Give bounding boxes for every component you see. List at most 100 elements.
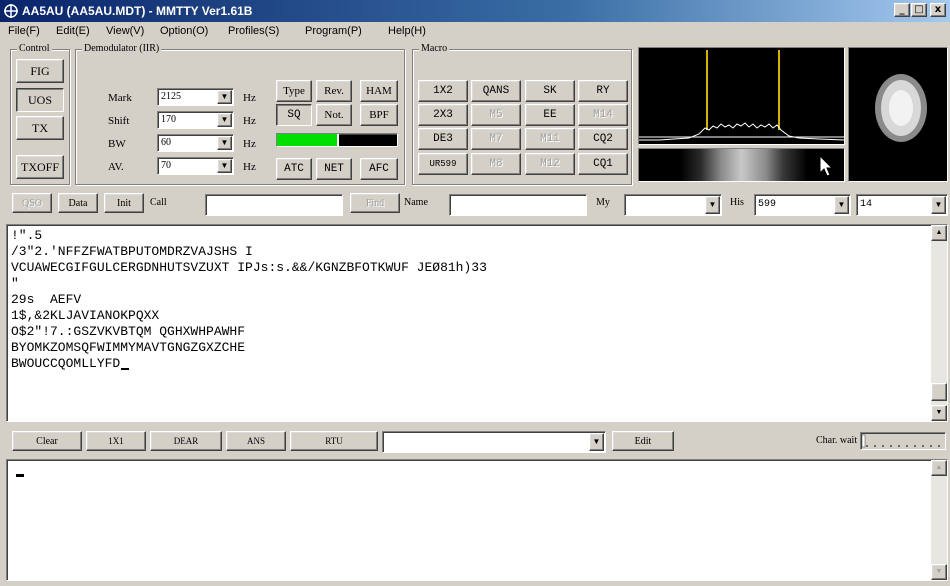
tx-macro-dropdown-icon[interactable]: ▼ — [589, 433, 604, 451]
call-input[interactable] — [205, 194, 343, 216]
waterfall-image — [639, 149, 844, 181]
name-input[interactable] — [449, 194, 587, 216]
net-button[interactable]: NET — [316, 158, 352, 180]
receive-text-area[interactable]: !".5/3"2.'NFFZFWATBPUTOMDRZVAJSHS I VCUAW… — [6, 224, 948, 422]
mark-unit: Hz — [243, 92, 256, 104]
macro-button-m7[interactable]: M7 — [471, 128, 521, 150]
my-rst-combo[interactable]: ▼ — [624, 194, 722, 216]
macro-button-de3[interactable]: DE3 — [418, 128, 468, 150]
char-wait-ticks — [861, 434, 940, 448]
macro-button-m14[interactable]: M14 — [578, 104, 628, 126]
macro-button-m11[interactable]: M11 — [525, 128, 575, 150]
av-dropdown-icon[interactable]: ▼ — [217, 159, 232, 173]
char-wait-slider[interactable] — [860, 432, 946, 450]
control-group-label: Control — [17, 43, 52, 54]
tx-scroll-down-icon[interactable]: ▼ — [931, 564, 947, 580]
transmit-scrollbar[interactable]: ▲ ▼ — [931, 460, 947, 580]
macro-button-cq1[interactable]: CQ1 — [578, 153, 628, 175]
receive-line: " — [11, 276, 19, 291]
receive-scroll-thumb[interactable] — [931, 383, 947, 401]
macro-button-cq2[interactable]: CQ2 — [578, 128, 628, 150]
menu-program[interactable]: Program(P) — [305, 25, 362, 37]
receive-line: !".5 — [11, 228, 43, 243]
macro-rtu-button[interactable]: RTU — [290, 431, 378, 451]
his-rst-dropdown-icon[interactable]: ▼ — [834, 196, 849, 214]
av-combo[interactable]: 70 ▼ — [157, 157, 234, 175]
bw-combo[interactable]: 60 ▼ — [157, 134, 234, 152]
macro-button-m12[interactable]: M12 — [525, 153, 575, 175]
macro-button-m8[interactable]: M8 — [471, 153, 521, 175]
not-button[interactable]: Not. — [316, 104, 352, 126]
macro-button-ee[interactable]: EE — [525, 104, 575, 126]
title-bar[interactable]: AA5AU (AA5AU.MDT) - MMTTY Ver1.61B _ □ x — [0, 0, 950, 22]
his-rst-label: His — [730, 197, 744, 208]
transmit-text-area[interactable]: ▲ ▼ — [6, 459, 948, 581]
bw-label: BW — [108, 138, 126, 150]
menu-option[interactable]: Option(O) — [160, 25, 208, 37]
macro-button-ry[interactable]: RY — [578, 80, 628, 102]
xy-scope-display[interactable] — [848, 47, 948, 182]
data-button[interactable]: Data — [58, 193, 98, 213]
shift-label: Shift — [108, 115, 130, 127]
mark-combo[interactable]: 2125 ▼ — [157, 88, 234, 106]
extra-combo[interactable]: 14 ▼ — [856, 194, 948, 216]
receive-scrollbar[interactable]: ▲ ▼ — [931, 225, 947, 421]
menu-help[interactable]: Help(H) — [388, 25, 426, 37]
minimize-button[interactable]: _ — [894, 3, 910, 17]
init-button[interactable]: Init — [104, 193, 144, 213]
shift-combo[interactable]: 170 ▼ — [157, 111, 234, 129]
macro-button-sk[interactable]: SK — [525, 80, 575, 102]
spectrum-graph — [639, 50, 845, 141]
menu-edit[interactable]: Edit(E) — [56, 25, 90, 37]
bpf-button[interactable]: BPF — [360, 104, 398, 126]
mouse-cursor-icon — [819, 155, 834, 177]
macro-1x1-button[interactable]: 1X1 — [86, 431, 146, 451]
scroll-up-icon[interactable]: ▲ — [931, 225, 947, 241]
mark-dropdown-icon[interactable]: ▼ — [217, 90, 232, 104]
uos-button[interactable]: UOS — [16, 88, 64, 112]
find-button[interactable]: Find — [350, 193, 400, 213]
type-button[interactable]: Type — [276, 80, 312, 102]
ham-button[interactable]: HAM — [360, 80, 398, 102]
mark-label: Mark — [108, 92, 132, 104]
macro-button-qans[interactable]: QANS — [471, 80, 521, 102]
restore-button[interactable]: □ — [911, 3, 927, 17]
rev-button[interactable]: Rev. — [316, 80, 352, 102]
macro-button-1x2[interactable]: 1X2 — [418, 80, 468, 102]
afc-button[interactable]: AFC — [360, 158, 398, 180]
macro-button-2x3[interactable]: 2X3 — [418, 104, 468, 126]
sq-button[interactable]: SQ — [276, 104, 312, 126]
shift-dropdown-icon[interactable]: ▼ — [217, 113, 232, 127]
macro-button-ur599[interactable]: UR599 — [418, 153, 468, 175]
edit-button[interactable]: Edit — [612, 431, 674, 451]
spectrum-display[interactable] — [638, 47, 845, 145]
my-rst-dropdown-icon[interactable]: ▼ — [705, 196, 720, 214]
waterfall-display[interactable] — [638, 148, 845, 182]
bw-dropdown-icon[interactable]: ▼ — [217, 136, 232, 150]
receive-line: /3"2.'NFFZFWATBPUTOMDRZVAJSHS I — [11, 244, 253, 259]
macro-button-m5[interactable]: M5 — [471, 104, 521, 126]
his-rst-combo[interactable]: 599 ▼ — [754, 194, 851, 216]
menu-profiles[interactable]: Profiles(S) — [228, 25, 279, 37]
atc-button[interactable]: ATC — [276, 158, 312, 180]
menu-file[interactable]: File(F) — [8, 25, 40, 37]
txoff-button[interactable]: TXOFF — [16, 155, 64, 179]
tx-scroll-up-icon[interactable]: ▲ — [931, 460, 947, 476]
transmit-cursor — [16, 474, 24, 477]
qso-button[interactable]: QSO — [12, 193, 52, 213]
menu-view[interactable]: View(V) — [106, 25, 144, 37]
close-button[interactable]: x — [930, 3, 946, 17]
clear-button[interactable]: Clear — [12, 431, 82, 451]
tx-button[interactable]: TX — [16, 116, 64, 140]
scroll-down-icon[interactable]: ▼ — [931, 405, 947, 421]
call-label: Call — [150, 197, 167, 208]
av-value: 70 — [161, 160, 171, 171]
squelch-level-meter[interactable] — [276, 133, 398, 147]
squelch-threshold-marker[interactable] — [337, 134, 339, 146]
fig-button[interactable]: FIG — [16, 59, 64, 83]
tx-macro-combo[interactable]: ▼ — [382, 431, 606, 453]
extra-dropdown-icon[interactable]: ▼ — [931, 196, 946, 214]
squelch-level-fill — [277, 134, 337, 146]
macro-dear-button[interactable]: DEAR — [150, 431, 222, 451]
macro-ans-button[interactable]: ANS — [226, 431, 286, 451]
